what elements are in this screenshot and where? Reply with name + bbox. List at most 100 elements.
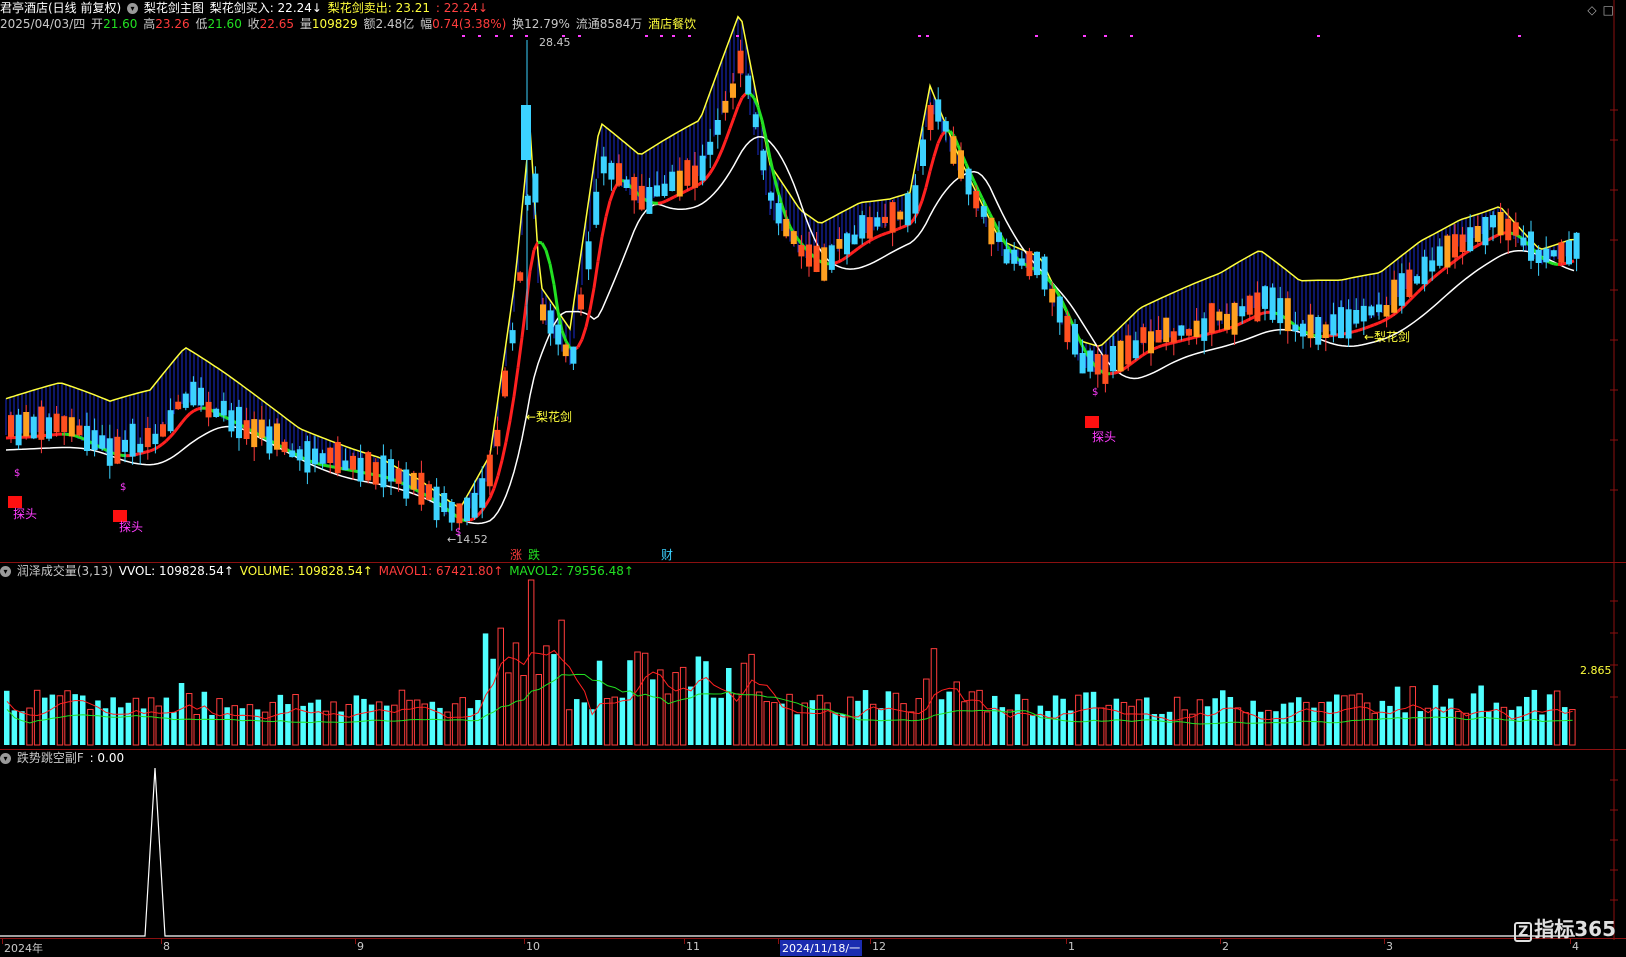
signal-dot bbox=[660, 35, 663, 37]
trend-line-segment bbox=[578, 339, 582, 347]
volume-bar bbox=[1167, 712, 1173, 745]
trend-line-segment bbox=[858, 246, 862, 249]
candle-body bbox=[966, 169, 972, 195]
trend-line-segment bbox=[842, 258, 846, 261]
candle-body bbox=[738, 51, 744, 74]
candle-body bbox=[1490, 215, 1496, 227]
volume-bar bbox=[1334, 695, 1340, 745]
trend-line-segment bbox=[726, 129, 730, 140]
trend-line-segment bbox=[686, 189, 690, 191]
volume-bar bbox=[133, 698, 139, 745]
trend-line-segment bbox=[1414, 292, 1418, 296]
volume-bar bbox=[1547, 694, 1553, 745]
trend-line-segment bbox=[1418, 288, 1422, 292]
candle-body bbox=[183, 394, 189, 408]
signal-dot bbox=[1083, 35, 1086, 37]
volume-bar bbox=[741, 663, 747, 745]
volume-bar bbox=[642, 653, 648, 745]
candle-body bbox=[798, 245, 804, 256]
volume-bar bbox=[597, 661, 603, 745]
volume-bar bbox=[977, 690, 983, 745]
trend-line-segment bbox=[1374, 323, 1378, 325]
volume-bar bbox=[1197, 700, 1203, 745]
trend-line-segment bbox=[154, 447, 158, 449]
candle-body bbox=[1034, 252, 1040, 275]
volume-bar bbox=[992, 696, 998, 745]
volume-bar bbox=[1182, 710, 1188, 745]
trend-line-segment bbox=[1382, 320, 1386, 322]
candle-body bbox=[388, 459, 394, 481]
trend-line-segment bbox=[1162, 345, 1166, 346]
trend-line-segment bbox=[166, 437, 170, 441]
volume-bar bbox=[361, 699, 367, 745]
trend-line-segment bbox=[602, 217, 606, 237]
candlestick-chart[interactable] bbox=[0, 0, 1626, 562]
trend-line-segment bbox=[870, 238, 874, 240]
volume-bar bbox=[1136, 700, 1142, 745]
volume-bar bbox=[179, 683, 185, 745]
trend-line-segment bbox=[770, 158, 774, 176]
candle-body bbox=[244, 420, 250, 439]
candle-body bbox=[646, 187, 652, 214]
volume-bar bbox=[346, 704, 352, 745]
candle-body bbox=[69, 417, 75, 436]
volume-bar bbox=[1448, 699, 1454, 745]
volume-bar bbox=[323, 711, 329, 745]
candle-body bbox=[1429, 260, 1435, 271]
candle-body bbox=[570, 347, 576, 364]
volume-bar bbox=[110, 697, 116, 745]
trend-line-segment bbox=[1442, 268, 1446, 271]
volume-bar bbox=[764, 702, 770, 745]
candle-body bbox=[456, 503, 462, 523]
candle-body bbox=[464, 498, 470, 521]
volume-chart[interactable] bbox=[0, 563, 1626, 749]
sub-indicator-chart[interactable] bbox=[0, 750, 1626, 940]
candle-body bbox=[1125, 335, 1131, 364]
trend-line-segment bbox=[498, 460, 502, 476]
candle-body bbox=[1064, 316, 1070, 342]
volume-bar bbox=[224, 707, 230, 745]
trend-line-segment bbox=[174, 427, 178, 432]
candle-body bbox=[1224, 314, 1230, 330]
trend-line-segment bbox=[1406, 300, 1410, 304]
volume-bar bbox=[749, 654, 755, 745]
trend-line-segment bbox=[1494, 235, 1498, 237]
volume-bar bbox=[726, 668, 732, 745]
volume-bar bbox=[1098, 708, 1104, 745]
signal-dot bbox=[525, 35, 528, 37]
volume-bar bbox=[1570, 710, 1576, 745]
candle-body bbox=[1323, 324, 1329, 338]
volume-bar bbox=[331, 702, 337, 745]
time-axis-tick bbox=[1384, 939, 1385, 944]
volume-bar bbox=[1326, 702, 1332, 745]
time-axis-tick bbox=[161, 939, 162, 944]
volume-bar bbox=[1205, 706, 1211, 745]
candle-body bbox=[1194, 321, 1200, 337]
trend-line-segment bbox=[550, 264, 554, 285]
volume-bar bbox=[19, 711, 25, 745]
volume-bar bbox=[422, 704, 428, 745]
candle-body bbox=[897, 212, 903, 220]
trend-line-segment bbox=[1178, 341, 1182, 342]
candle-body bbox=[168, 410, 174, 431]
time-axis-label: 3 bbox=[1386, 940, 1393, 953]
candle-body bbox=[411, 473, 417, 490]
candle-body bbox=[61, 416, 67, 432]
trend-line-segment bbox=[886, 232, 890, 233]
volume-bar bbox=[1402, 712, 1408, 745]
candle-body bbox=[1285, 298, 1291, 331]
trend-line-segment bbox=[878, 235, 882, 237]
volume-bar bbox=[1456, 711, 1462, 745]
volume-bar bbox=[627, 660, 633, 745]
trend-line-segment bbox=[178, 422, 182, 427]
trend-line-segment bbox=[1078, 337, 1082, 346]
trend-line-segment bbox=[718, 150, 722, 159]
trend-line-segment bbox=[1114, 372, 1118, 373]
trend-line-segment bbox=[1458, 256, 1462, 259]
volume-bar bbox=[171, 712, 177, 745]
volume-bar bbox=[1311, 708, 1317, 745]
candle-body bbox=[996, 232, 1002, 242]
candle-body bbox=[1292, 325, 1298, 332]
candle-body bbox=[236, 407, 242, 438]
candle-body bbox=[745, 76, 751, 94]
